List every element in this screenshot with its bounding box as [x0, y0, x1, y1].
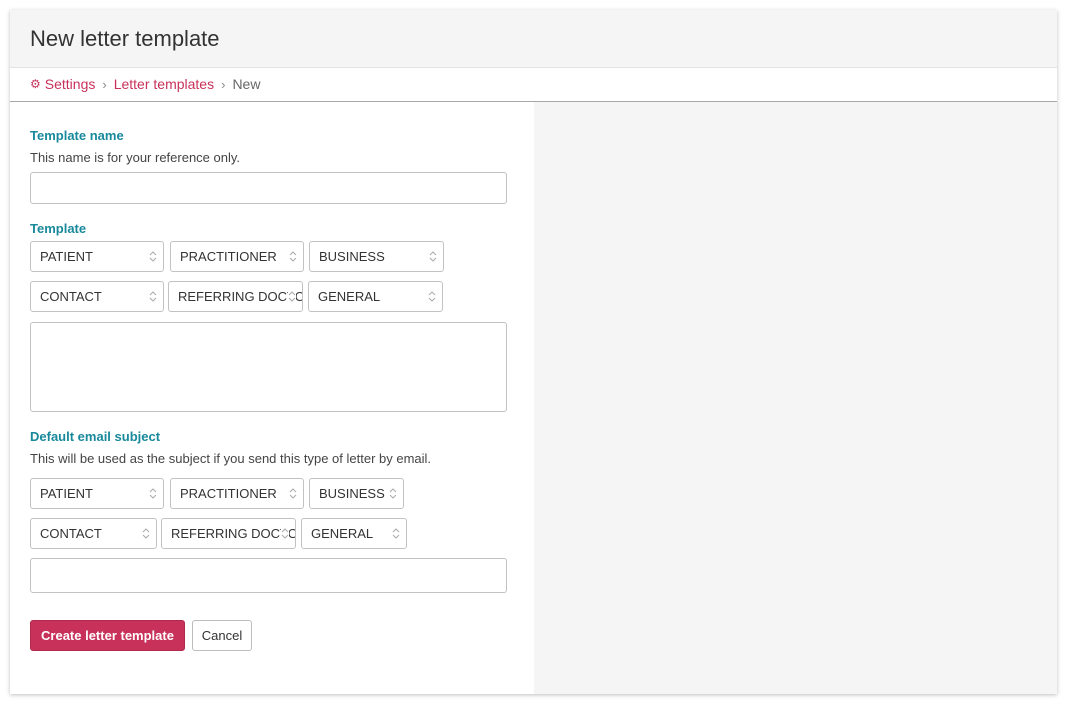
select-arrows-icon: [289, 484, 297, 502]
breadcrumb-letter-templates[interactable]: Letter templates: [114, 76, 214, 92]
template-body-textarea[interactable]: [30, 322, 507, 412]
select-arrows-icon: [149, 247, 157, 265]
template-name-help: This name is for your reference only.: [30, 150, 241, 165]
email-subject-label: Default email subject: [30, 429, 161, 444]
select-arrows-icon: [281, 524, 289, 542]
email-subject-input[interactable]: [30, 558, 507, 593]
breadcrumb-settings[interactable]: Settings: [45, 76, 96, 92]
chevron-right-icon: ›: [221, 76, 226, 92]
breadcrumb-current: New: [232, 76, 261, 92]
template-patient-select[interactable]: PATIENT: [30, 241, 164, 272]
email-subject-help: This will be used as the subject if you …: [30, 451, 432, 466]
template-referring-doctor-select[interactable]: REFERRING DOCTOR: [168, 281, 303, 312]
select-arrows-icon: [142, 524, 150, 542]
subject-referring-doctor-select[interactable]: REFERRING DOCTOR: [161, 518, 296, 549]
subject-patient-select[interactable]: PATIENT: [30, 478, 164, 509]
select-arrows-icon: [149, 484, 157, 502]
side-panel: [534, 102, 1057, 694]
page-title: New letter template: [30, 26, 220, 51]
select-arrows-icon: [289, 247, 297, 265]
chevron-right-icon: ›: [102, 76, 107, 92]
template-contact-select[interactable]: CONTACT: [30, 281, 164, 312]
select-arrows-icon: [288, 287, 296, 305]
template-name-input[interactable]: [30, 172, 507, 204]
template-label: Template: [30, 221, 87, 236]
breadcrumb: ⚙ Settings › Letter templates › New: [10, 68, 1057, 102]
select-arrows-icon: [389, 484, 397, 502]
select-arrows-icon: [149, 287, 157, 305]
page-header: New letter template: [10, 10, 1057, 68]
select-arrows-icon: [392, 524, 400, 542]
subject-practitioner-select[interactable]: PRACTITIONER: [170, 478, 304, 509]
gear-icon: ⚙: [30, 77, 41, 91]
create-letter-template-button[interactable]: Create letter template: [30, 620, 185, 651]
subject-business-select[interactable]: BUSINESS: [309, 478, 404, 509]
letter-template-card: New letter template ⚙ Settings › Letter …: [10, 10, 1057, 694]
template-practitioner-select[interactable]: PRACTITIONER: [170, 241, 304, 272]
subject-general-select[interactable]: GENERAL: [301, 518, 407, 549]
template-business-select[interactable]: BUSINESS: [309, 241, 444, 272]
template-general-select[interactable]: GENERAL: [308, 281, 443, 312]
select-arrows-icon: [429, 247, 437, 265]
select-arrows-icon: [428, 287, 436, 305]
cancel-button[interactable]: Cancel: [192, 620, 252, 651]
template-name-label: Template name: [30, 128, 124, 143]
subject-contact-select[interactable]: CONTACT: [30, 518, 157, 549]
